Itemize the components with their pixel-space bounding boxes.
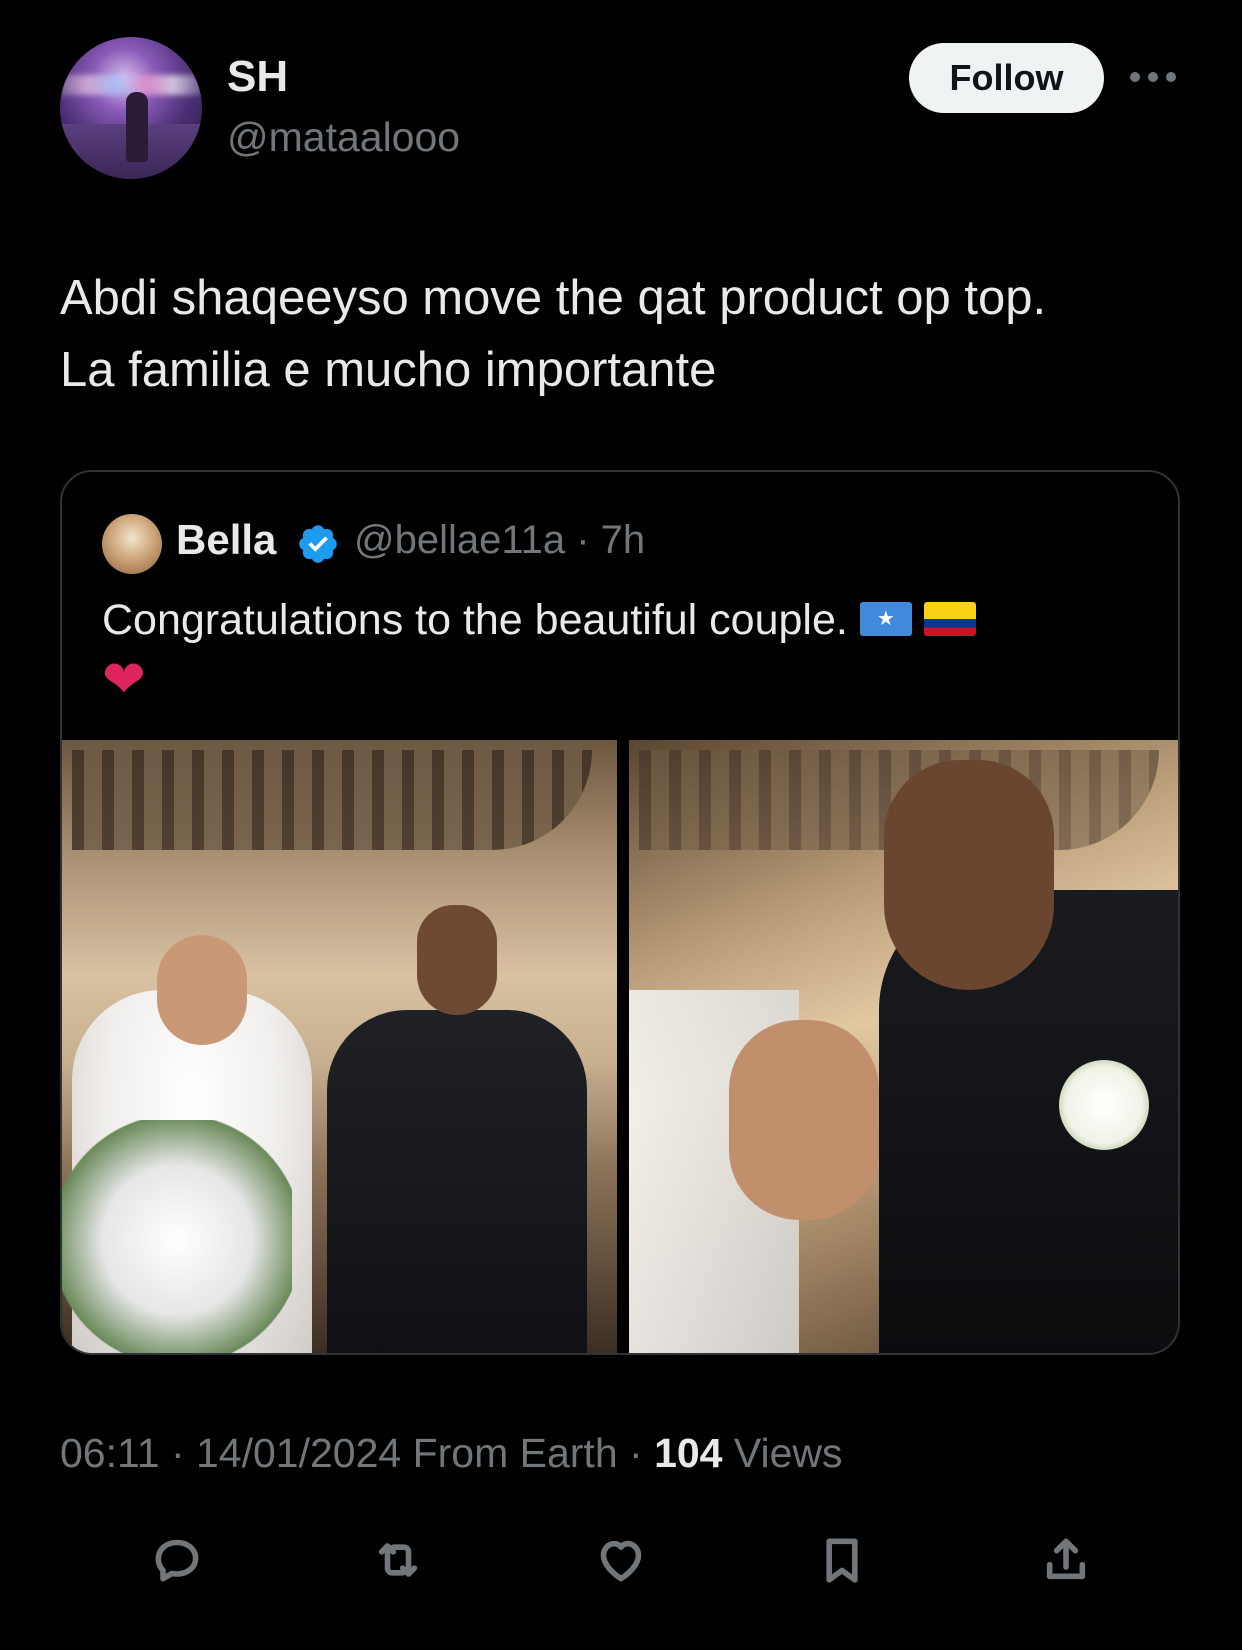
like-button[interactable] (591, 1530, 651, 1590)
reply-icon (155, 1539, 199, 1582)
retweet-button[interactable] (368, 1530, 428, 1590)
bookmark-icon (826, 1538, 858, 1583)
views-label: Views (722, 1430, 843, 1476)
quoted-tweet-card[interactable]: Bella @bellae11a · 7h Congratulations to… (60, 470, 1180, 1355)
wedding-photo-2[interactable] (629, 740, 1178, 1353)
share-icon (1046, 1538, 1086, 1580)
quoted-handle-time: @bellae11a · 7h (354, 518, 646, 562)
follow-button[interactable]: Follow (909, 43, 1104, 113)
author-display-name[interactable]: SH (227, 52, 288, 102)
quoted-tweet-text: Congratulations to the beautiful couple.… (102, 590, 1142, 713)
quoted-author-name[interactable]: Bella (176, 516, 276, 564)
author-avatar[interactable] (60, 37, 202, 179)
quoted-author-avatar[interactable] (102, 514, 162, 574)
quoted-text-body: Congratulations to the beautiful couple. (102, 596, 848, 644)
share-button[interactable] (1036, 1530, 1096, 1590)
more-options-icon[interactable] (1130, 62, 1176, 92)
tweet-meta: 06:11 · 14/01/2024 From Earth · 104 View… (60, 1430, 843, 1477)
verified-badge-icon (299, 525, 337, 563)
somalia-flag-icon (859, 601, 912, 636)
tweet-text-line-1: Abdi shaqeeyso move the qat product op t… (60, 271, 1047, 325)
author-handle[interactable]: @mataalooo (227, 114, 460, 161)
tweet-text: Abdi shaqeeyso move the qat product op t… (60, 262, 1190, 406)
bookmark-button[interactable] (812, 1530, 872, 1590)
reply-button[interactable] (147, 1530, 207, 1590)
wedding-photo-1[interactable] (62, 740, 617, 1353)
tweet-timestamp[interactable]: 06:11 · 14/01/2024 From Earth · (60, 1430, 654, 1476)
retweet-icon (378, 1543, 418, 1577)
views-count[interactable]: 104 (654, 1430, 722, 1476)
red-heart-icon: ❤ (102, 651, 146, 709)
like-icon (600, 1540, 642, 1582)
tweet-text-line-2: La familia e mucho importante (60, 343, 717, 397)
colombia-flag-icon (923, 601, 976, 636)
